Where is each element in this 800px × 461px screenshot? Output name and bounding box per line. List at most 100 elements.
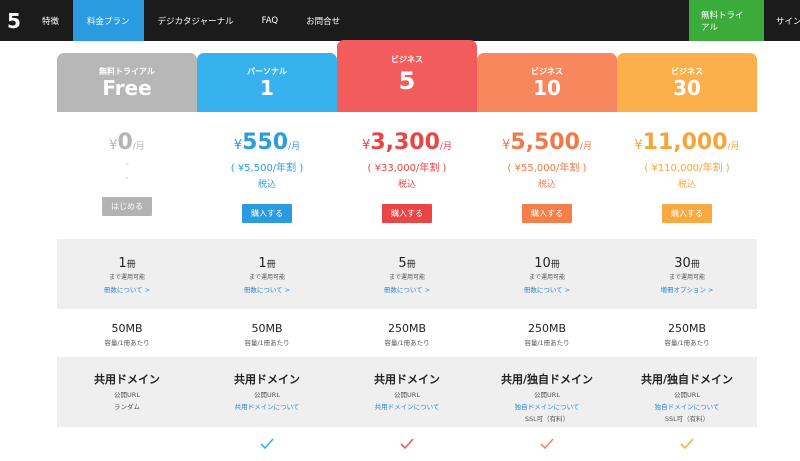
purchase-button[interactable]: 購入する [382,204,432,224]
books-note: まで運用可能 [108,274,145,281]
storage-size: 250MB [667,322,707,335]
plan-name: 5 [398,67,416,95]
check-cell-business-30 [617,435,757,461]
url-type: ランダム [114,403,140,411]
storage-row: 50MB 容量/1冊あたり 50MB 容量/1冊あたり 250MB 容量/1冊あ… [57,309,757,357]
public-url-label: 公開URL [534,391,560,399]
feature-check-row [57,427,757,461]
logo[interactable]: 5 [0,0,28,41]
books-note: まで運用可能 [248,274,285,281]
tax-note: - [125,173,129,184]
price: ¥3,300/月 [362,130,452,155]
price: ¥550/月 [233,130,301,155]
ssl-note: SSL可（有料） [664,415,710,423]
books-cell-business-30: 30冊 まで運用可能 増冊オプション > [617,256,757,309]
storage-size: 50MB [111,322,143,335]
nav-pricing[interactable]: 料金プラン [73,0,144,41]
plan-name: Free [102,76,152,100]
books-count: 10冊 [534,256,560,271]
books-info-link[interactable]: 冊数について > [57,284,197,294]
plan-header-business-30: ビジネス 30 [617,53,757,112]
domain-type: 共用/独自ドメイン [640,373,734,386]
checkmark-icon [400,438,414,450]
storage-cell-business-5: 250MB 容量/1冊あたり [337,322,477,357]
price-cell-business-5: ¥3,300/月 ( ¥33,000/年割 ) 税込 購入する [337,130,477,239]
check-cell-business-10 [477,435,617,461]
public-url-label: 公開URL [394,391,420,399]
price: ¥5,500/月 [502,130,592,155]
books-info-link[interactable]: 冊数について > [477,284,617,294]
plan-name: 1 [260,76,274,100]
tax-note: 税込 [257,180,276,191]
books-cell-free: 1冊 まで運用可能 冊数について > [57,256,197,309]
price-row: ¥0/月 - - はじめる ¥550/月 ( ¥5,500/年割 ) 税込 購入… [57,112,757,239]
storage-note: 容量/1冊あたり [384,339,430,347]
free-trial-button[interactable]: 無料トライアル [689,0,764,41]
tax-note: 税込 [397,180,416,191]
books-count: 5冊 [398,256,416,271]
books-cell-business-5: 5冊 まで運用可能 冊数について > [337,256,477,309]
books-count: 1冊 [118,256,136,271]
public-url-label: 公開URL [254,391,280,399]
plan-name: 10 [533,76,561,100]
domain-type: 共用ドメイン [94,373,160,386]
domain-type: 共用ドメイン [374,373,440,386]
domain-cell-business-5: 共用ドメイン 公開URL 共用ドメインについて [337,371,477,427]
shared-domain-link[interactable]: 共用ドメインについて [337,401,477,411]
plan-header-personal: パーソナル 1 [197,53,337,112]
ssl-note: SSL可（有料） [524,415,570,423]
storage-cell-free: 50MB 容量/1冊あたり [57,322,197,357]
checkmark-icon [540,438,554,450]
storage-cell-business-30: 250MB 容量/1冊あたり [617,322,757,357]
domain-cell-business-10: 共用/独自ドメイン 公開URL 独自ドメインについて SSL可（有料） [477,371,617,427]
storage-cell-business-10: 250MB 容量/1冊あたり [477,322,617,357]
storage-note: 容量/1冊あたり [104,339,150,347]
annual-price: ( ¥55,000/年割 ) [507,163,587,175]
price-cell-personal: ¥550/月 ( ¥5,500/年割 ) 税込 購入する [197,130,337,239]
annual-price: ( ¥110,000/年割 ) [644,163,730,175]
nav-features[interactable]: 特徴 [28,0,73,41]
custom-domain-link[interactable]: 独自ドメインについて [617,401,757,411]
public-url-label: 公開URL [674,391,700,399]
books-count: 30冊 [674,256,700,271]
signin-link[interactable]: サインイン [764,0,800,41]
plan-header-business-5: ビジネス 5 [337,40,477,112]
price-cell-business-10: ¥5,500/月 ( ¥55,000/年割 ) 税込 購入する [477,130,617,239]
pricing-table: 無料トライアル Free パーソナル 1 ビジネス 5 ビジネス 10 ビジネス… [57,40,757,461]
books-count: 1冊 [258,256,276,271]
books-note: まで運用可能 [388,274,425,281]
books-note: まで運用可能 [668,274,705,281]
storage-cell-personal: 50MB 容量/1冊あたり [197,322,337,357]
top-nav: 5 特徴 料金プラン デジカタジャーナル FAQ お問合せ 無料トライアル サイ… [0,0,800,41]
purchase-button[interactable]: 購入する [522,204,572,224]
books-note: まで運用可能 [528,274,565,281]
domain-cell-free: 共用ドメイン 公開URL ランダム [57,371,197,427]
storage-size: 250MB [527,322,567,335]
annual-price: ( ¥5,500/年割 ) [230,163,304,175]
plan-headers: 無料トライアル Free パーソナル 1 ビジネス 5 ビジネス 10 ビジネス… [57,40,757,112]
shared-domain-link[interactable]: 共用ドメインについて [197,401,337,411]
books-info-link[interactable]: 冊数について > [197,284,337,294]
nav-journal[interactable]: デジカタジャーナル [144,0,248,41]
custom-domain-link[interactable]: 独自ドメインについて [477,401,617,411]
purchase-button[interactable]: 購入する [662,204,712,224]
books-row: 1冊 まで運用可能 冊数について > 1冊 まで運用可能 冊数について > 5冊… [57,239,757,309]
annual-price: - [125,159,129,171]
start-button[interactable]: はじめる [102,197,152,217]
plan-header-business-10: ビジネス 10 [477,53,617,112]
add-books-option-link[interactable]: 増冊オプション > [617,284,757,294]
storage-note: 容量/1冊あたり [524,339,570,347]
domain-row: 共用ドメイン 公開URL ランダム 共用ドメイン 公開URL 共用ドメインについ… [57,357,757,427]
nav-faq[interactable]: FAQ [248,0,292,41]
check-cell-personal [197,435,337,461]
nav-contact[interactable]: お問合せ [292,0,354,41]
purchase-button[interactable]: 購入する [242,204,292,224]
price-cell-free: ¥0/月 - - はじめる [57,130,197,239]
check-cell-business-5 [337,435,477,461]
check-cell-free [57,435,197,461]
plan-header-free: 無料トライアル Free [57,53,197,112]
books-info-link[interactable]: 冊数について > [337,284,477,294]
books-cell-personal: 1冊 まで運用可能 冊数について > [197,256,337,309]
public-url-label: 公開URL [114,391,140,399]
